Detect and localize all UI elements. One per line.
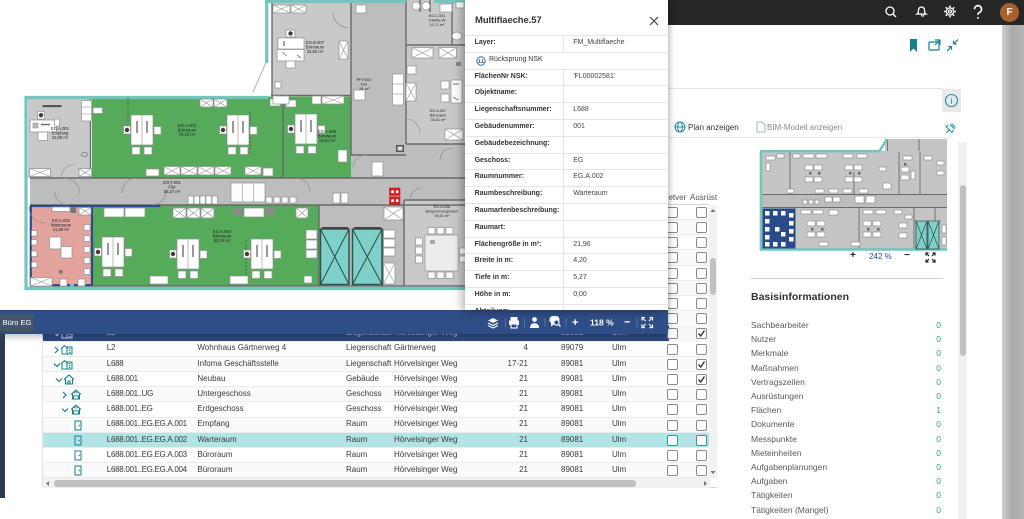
svg-text:EG.A.007Büroraum34,61 m²: EG.A.007Büroraum34,61 m²	[430, 109, 447, 122]
svg-text:+: +	[572, 317, 578, 329]
svg-text:−: −	[624, 317, 630, 329]
svg-text:EG.C.001Toilette W10,71 m²: EG.C.001Toilette W10,71 m²	[429, 14, 446, 27]
svg-text:EG.A.004Büroraum80,20 m²: EG.A.004Büroraum80,20 m²	[213, 229, 232, 243]
svg-text:EG.A.002Warteraum21,96 m²: EG.A.002Warteraum21,96 m²	[51, 218, 72, 232]
svg-text:118 %: 118 %	[590, 318, 614, 328]
svg-text:i: i	[951, 96, 953, 106]
svg-text:EG.A.003Büroraum70,23 m²: EG.A.003Büroraum70,23 m²	[178, 123, 197, 137]
svg-text:EG.A.001Empfang22,05 m²: EG.A.001Empfang22,05 m²	[51, 126, 70, 140]
svg-text:EG.B.007Büroraum34,60 m²: EG.B.007Büroraum34,60 m²	[306, 40, 325, 54]
svg-text:EG.A.005Büroraum19,51 m²: EG.A.005Büroraum19,51 m²	[318, 129, 337, 143]
